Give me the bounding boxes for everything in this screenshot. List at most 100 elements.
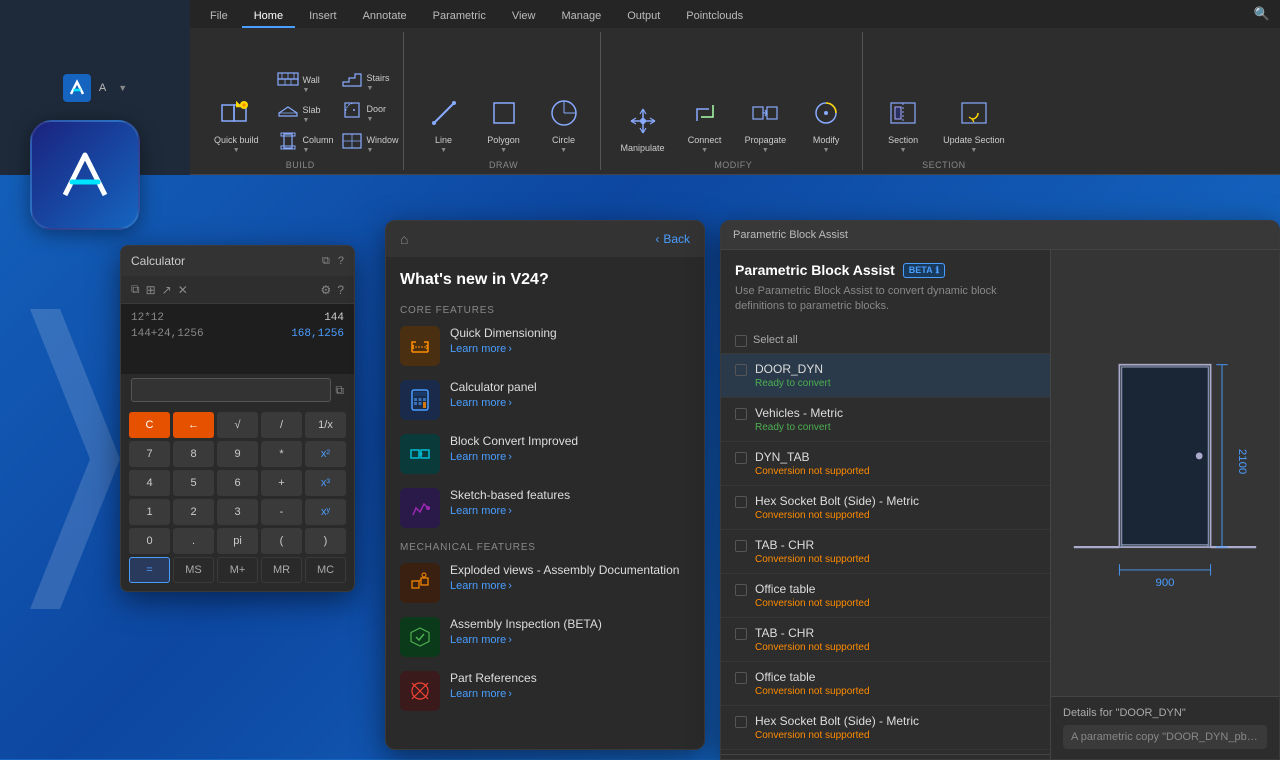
line-button[interactable]: Line ▼ bbox=[416, 89, 472, 158]
pba-item-checkbox-9[interactable] bbox=[735, 716, 747, 728]
calc-2-btn[interactable]: 2 bbox=[173, 499, 214, 525]
part-ref-link[interactable]: Learn more › bbox=[450, 688, 690, 700]
modify-button[interactable]: Modify ▼ bbox=[798, 89, 854, 158]
pba-item-office-table-2[interactable]: Office table Conversion not supported bbox=[721, 662, 1050, 706]
column-button[interactable]: Column ▼ bbox=[271, 129, 331, 158]
pba-item-door-dyn[interactable]: DOOR_DYN Ready to convert bbox=[721, 354, 1050, 398]
door-button[interactable]: Door ▼ bbox=[335, 98, 395, 127]
search-icon[interactable]: 🔍 bbox=[1252, 4, 1272, 24]
propagate-button[interactable]: Propagate ▼ bbox=[737, 89, 795, 158]
window-button[interactable]: Window ▼ bbox=[335, 129, 395, 158]
tab-insert[interactable]: Insert bbox=[297, 6, 349, 28]
calc-1-btn[interactable]: 1 bbox=[129, 499, 170, 525]
pba-item-hex-bolt-2[interactable]: Hex Socket Bolt (Side) - Metric Conversi… bbox=[721, 706, 1050, 750]
calc-mc-btn[interactable]: MC bbox=[305, 557, 346, 583]
tab-home[interactable]: Home bbox=[242, 6, 295, 28]
pba-item-dyn-tab[interactable]: DYN_TAB Conversion not supported bbox=[721, 442, 1050, 486]
pba-item-checkbox-8[interactable] bbox=[735, 672, 747, 684]
calc-5-btn[interactable]: 5 bbox=[173, 470, 214, 496]
calc-add-btn[interactable]: + bbox=[261, 470, 302, 496]
calc-copy-input-icon[interactable]: ⧉ bbox=[335, 383, 344, 398]
calc-power-btn[interactable]: xʸ bbox=[305, 499, 346, 525]
pba-item-vehicles[interactable]: Vehicles - Metric Ready to convert bbox=[721, 398, 1050, 442]
update-section-button[interactable]: Update Section ▼ bbox=[935, 89, 1013, 158]
tab-file[interactable]: File bbox=[198, 6, 240, 28]
calc-rparen-btn[interactable]: ) bbox=[305, 528, 346, 554]
calc-divide-btn[interactable]: / bbox=[261, 412, 302, 438]
connect-button[interactable]: Connect ▼ bbox=[677, 89, 733, 158]
calc-toolbar-help-icon2[interactable]: ? bbox=[337, 283, 344, 297]
pba-item-office-table-1[interactable]: Office table Conversion not supported bbox=[721, 574, 1050, 618]
exploded-link[interactable]: Learn more › bbox=[450, 580, 690, 592]
pba-item-checkbox-3[interactable] bbox=[735, 452, 747, 464]
pba-item-checkbox-4[interactable] bbox=[735, 496, 747, 508]
section-button[interactable]: Section ▼ bbox=[875, 89, 931, 158]
panel-back-btn[interactable]: ‹ Back bbox=[655, 232, 690, 246]
calc-toolbar-settings-icon[interactable]: ⚙ bbox=[321, 283, 332, 297]
circle-button[interactable]: Circle ▼ bbox=[536, 89, 592, 158]
block-convert-link[interactable]: Learn more › bbox=[450, 451, 690, 463]
tab-parametric[interactable]: Parametric bbox=[421, 6, 498, 28]
calc-sqrt-btn[interactable]: √ bbox=[217, 412, 258, 438]
assembly-link[interactable]: Learn more › bbox=[450, 634, 690, 646]
calc-pi-btn[interactable]: pi bbox=[217, 528, 258, 554]
calc-8-btn[interactable]: 8 bbox=[173, 441, 214, 467]
calc-help-icon[interactable]: ? bbox=[338, 255, 344, 267]
pba-item-tab-chr-2[interactable]: TAB - CHR Conversion not supported bbox=[721, 618, 1050, 662]
calc-reciprocal-btn[interactable]: 1/x bbox=[305, 412, 346, 438]
stairs-button[interactable]: Stairs ▼ bbox=[335, 67, 395, 96]
pba-item-checkbox-6[interactable] bbox=[735, 584, 747, 596]
polygon-button[interactable]: Polygon ▼ bbox=[476, 89, 532, 158]
calc-subtract-btn[interactable]: - bbox=[261, 499, 302, 525]
tab-annotate[interactable]: Annotate bbox=[351, 6, 419, 28]
pba-item-checkbox-5[interactable] bbox=[735, 540, 747, 552]
calc-mr-btn[interactable]: MR bbox=[261, 557, 302, 583]
quick-build-button[interactable]: Quick build ▼ bbox=[206, 89, 267, 158]
slab-button[interactable]: Slab ▼ bbox=[271, 100, 331, 127]
calc-clear-btn[interactable]: C bbox=[129, 412, 170, 438]
polygon-arrow: ▼ bbox=[500, 147, 507, 154]
calc-backspace-btn[interactable]: ← bbox=[173, 412, 214, 438]
pba-item-tab-chr-1[interactable]: TAB - CHR Conversion not supported bbox=[721, 530, 1050, 574]
sketch-link[interactable]: Learn more › bbox=[450, 505, 690, 517]
calc-toolbar-copy-icon[interactable]: ⧉ bbox=[131, 282, 140, 297]
calculator-link[interactable]: Learn more › bbox=[450, 397, 690, 409]
wall-button[interactable]: Wall ▼ bbox=[271, 69, 331, 98]
tab-manage[interactable]: Manage bbox=[549, 6, 613, 28]
calc-cube-btn[interactable]: x³ bbox=[305, 470, 346, 496]
manipulate-button[interactable]: Manipulate bbox=[613, 97, 673, 158]
calc-7-btn[interactable]: 7 bbox=[129, 441, 170, 467]
calculator-text: Calculator panel Learn more › bbox=[450, 380, 690, 409]
calc-ms-btn[interactable]: MS bbox=[173, 557, 214, 583]
calc-decimal-btn[interactable]: . bbox=[173, 528, 214, 554]
pba-details-title: Details for "DOOR_DYN" bbox=[1063, 707, 1267, 719]
calc-copy-header-icon[interactable]: ⧉ bbox=[322, 255, 330, 268]
calc-equals-btn[interactable]: = bbox=[129, 557, 170, 583]
pba-item-hex-bolt-1[interactable]: Hex Socket Bolt (Side) - Metric Conversi… bbox=[721, 486, 1050, 530]
calc-toolbar-export-icon[interactable]: ↗ bbox=[162, 283, 172, 297]
calc-lparen-btn[interactable]: ( bbox=[261, 528, 302, 554]
pba-item-checkbox-1[interactable] bbox=[735, 364, 747, 376]
calc-square-btn[interactable]: x² bbox=[305, 441, 346, 467]
calc-toolbar-clear-icon[interactable]: ✕ bbox=[178, 283, 188, 297]
calc-3-btn[interactable]: 3 bbox=[217, 499, 258, 525]
panel-home-icon[interactable]: ⌂ bbox=[400, 231, 408, 247]
calc-9-btn[interactable]: 9 bbox=[217, 441, 258, 467]
calc-toolbar-table-icon[interactable]: ⊞ bbox=[146, 283, 156, 297]
calc-4-btn[interactable]: 4 bbox=[129, 470, 170, 496]
pba-select-all-row[interactable]: Select all bbox=[721, 327, 1050, 354]
tab-output[interactable]: Output bbox=[615, 6, 672, 28]
calc-input[interactable] bbox=[131, 378, 331, 402]
modify-label: Modify bbox=[813, 135, 840, 146]
quick-dimensioning-link[interactable]: Learn more › bbox=[450, 343, 690, 355]
tab-view[interactable]: View bbox=[500, 6, 548, 28]
tab-pointclouds[interactable]: Pointclouds bbox=[674, 6, 755, 28]
calc-mplus-btn[interactable]: M+ bbox=[217, 557, 258, 583]
calc-0-btn[interactable]: 0 bbox=[129, 528, 170, 554]
pba-item-checkbox-2[interactable] bbox=[735, 408, 747, 420]
pba-item-checkbox-7[interactable] bbox=[735, 628, 747, 640]
select-all-checkbox[interactable] bbox=[735, 335, 747, 347]
calc-6-btn[interactable]: 6 bbox=[217, 470, 258, 496]
section-arrow: ▼ bbox=[900, 147, 907, 154]
calc-multiply-btn[interactable]: * bbox=[261, 441, 302, 467]
